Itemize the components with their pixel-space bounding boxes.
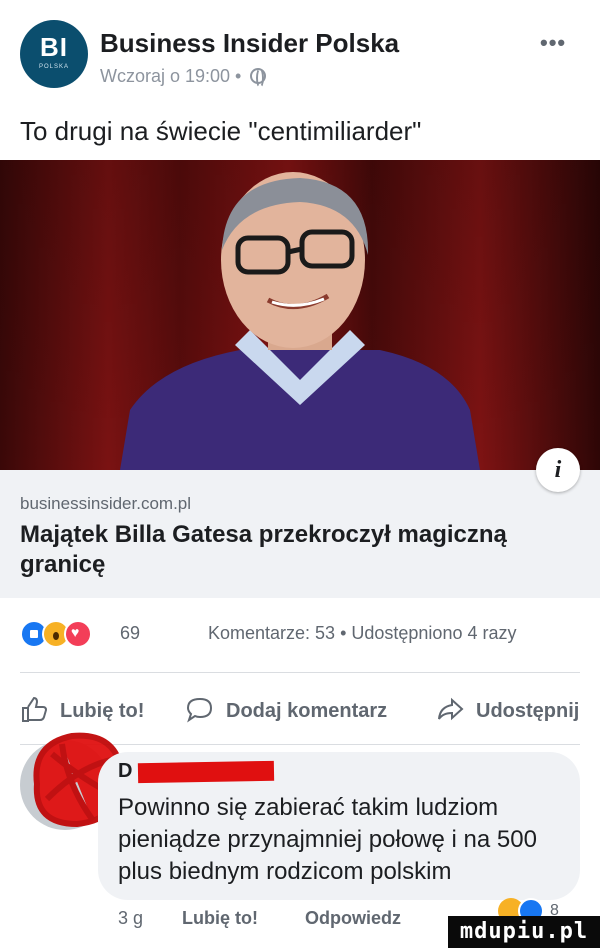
comment-time: 3 g [118,908,144,928]
reaction-count: 69 [120,623,141,643]
post-timestamp[interactable]: Wczoraj o 19:00 • [100,66,241,86]
comment-author[interactable]: D [118,760,132,783]
share-icon [438,697,464,721]
link-preview-image[interactable] [0,160,600,470]
author-redaction [137,760,275,784]
love-reaction-icon [64,620,92,648]
link-domain: businessinsider.com.pl [20,494,192,513]
share-label: Udostępnij [476,700,580,722]
post-text: To drugi na świecie "centimiliarder" [20,116,422,146]
comment-label: Dodaj komentarz [226,700,388,722]
info-icon[interactable]: i [536,448,580,492]
thumbs-up-icon [22,696,48,722]
comment-reply-link[interactable]: Odpowiedz [305,908,401,929]
post-meta: Wczoraj o 19:00 • [100,66,267,88]
watermark: mdupiu.pl [448,916,600,948]
link-card[interactable]: businessinsider.com.pl Majątek Billa Gat… [0,470,600,598]
comment-icon [186,697,213,723]
portrait-illustration [0,160,600,470]
avatar-initials: BI [40,32,68,62]
page-name[interactable]: Business Insider Polska [100,28,399,59]
comment-text: Powinno się zabierać takim ludziom pieni… [118,794,537,885]
like-label: Lubię to! [60,700,145,722]
engagement-stats[interactable]: Komentarze: 53 • Udostępniono 4 razy [208,623,516,644]
page-avatar[interactable]: BI POLSKA [20,20,88,88]
divider [20,672,580,673]
post-header: BI POLSKA Business Insider Polska Wczora… [0,0,600,110]
globe-icon [250,68,267,88]
link-title[interactable]: Majątek Billa Gatesa przekroczył magiczn… [20,520,580,580]
more-icon[interactable]: ••• [540,30,566,56]
avatar-subtext: POLSKA [38,64,69,70]
comment-like-link[interactable]: Lubię to! [182,908,258,929]
